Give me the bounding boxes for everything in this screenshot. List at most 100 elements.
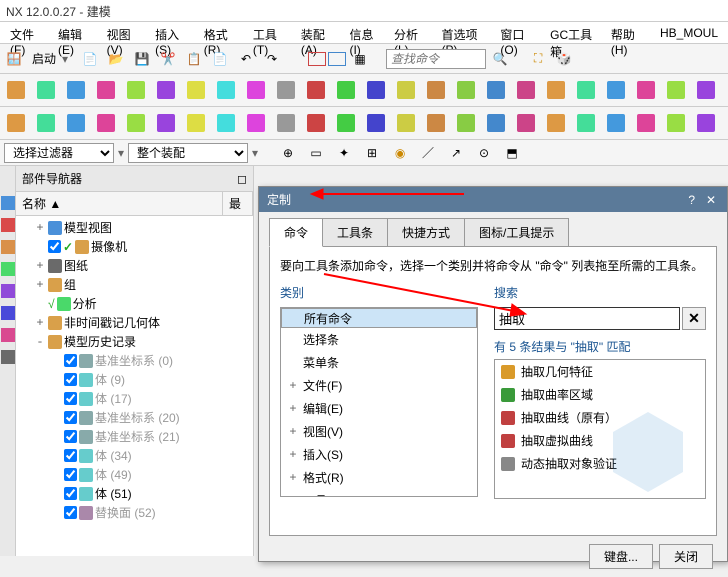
expand-icon[interactable]: ⛶ <box>526 47 550 71</box>
category-item[interactable]: +视图(V) <box>281 420 477 443</box>
command-search[interactable] <box>386 49 486 69</box>
menu-item[interactable]: 视图(V) <box>101 24 148 41</box>
rail-icon[interactable] <box>1 240 15 254</box>
ribbon-button[interactable] <box>92 76 120 104</box>
ribbon-button[interactable] <box>122 76 150 104</box>
category-item[interactable]: +编辑(E) <box>281 397 477 420</box>
ribbon-button[interactable] <box>152 109 180 137</box>
tree-node[interactable]: 基准坐标系 (20) <box>18 408 251 427</box>
tree-node[interactable]: 基准坐标系 (0) <box>18 351 251 370</box>
ribbon-button[interactable] <box>392 109 420 137</box>
ribbon-button[interactable] <box>362 76 390 104</box>
menu-item[interactable]: 编辑(E) <box>52 24 99 41</box>
menu-item[interactable]: 帮助(H) <box>605 24 652 41</box>
tree-node[interactable]: √分析 <box>18 294 251 313</box>
tree-node[interactable]: +非时间戳记几何体 <box>18 313 251 332</box>
tree-node[interactable]: 替换面 (52) <box>18 503 251 522</box>
category-item[interactable]: +文件(F) <box>281 374 477 397</box>
f4-icon[interactable]: ⊞ <box>360 141 384 165</box>
col-name[interactable]: 名称 ▲ <box>16 192 223 215</box>
search-icon[interactable]: 🔍 <box>488 47 512 71</box>
ribbon-button[interactable] <box>452 109 480 137</box>
menu-item[interactable]: 窗口(O) <box>494 24 542 41</box>
tab-2[interactable]: 快捷方式 <box>387 218 465 247</box>
tree-node[interactable]: +图纸 <box>18 256 251 275</box>
menu-item[interactable]: 工具(T) <box>247 24 293 41</box>
start-label[interactable]: 启动 <box>28 50 60 67</box>
menu-item[interactable]: 插入(S) <box>149 24 196 41</box>
ribbon-button[interactable] <box>332 109 360 137</box>
menu-item[interactable]: 装配(A) <box>295 24 342 41</box>
rect1-icon[interactable] <box>308 52 326 66</box>
ribbon-button[interactable] <box>92 109 120 137</box>
menu-item[interactable]: 首选项(P) <box>435 24 492 41</box>
category-item[interactable]: +格式(R) <box>281 466 477 489</box>
ribbon-button[interactable] <box>122 109 150 137</box>
ribbon-button[interactable] <box>332 76 360 104</box>
ribbon-button[interactable] <box>32 76 60 104</box>
result-item[interactable]: 抽取虚拟曲线 <box>495 429 705 452</box>
tab-3[interactable]: 图标/工具提示 <box>464 218 569 247</box>
ribbon-button[interactable] <box>542 76 570 104</box>
ribbon-button[interactable] <box>272 109 300 137</box>
tree-node[interactable]: ✓摄像机 <box>18 237 251 256</box>
ribbon-button[interactable] <box>62 76 90 104</box>
ribbon-button[interactable] <box>302 109 330 137</box>
keyboard-button[interactable]: 键盘... <box>589 544 653 569</box>
paste-icon[interactable]: 📄 <box>208 47 232 71</box>
f3-icon[interactable]: ✦ <box>332 141 356 165</box>
ribbon-button[interactable] <box>452 76 480 104</box>
ribbon-button[interactable] <box>212 109 240 137</box>
start-button[interactable]: 🪟 <box>2 47 26 71</box>
save-icon[interactable]: 💾 <box>130 47 154 71</box>
tree-node[interactable]: -模型历史记录 <box>18 332 251 351</box>
menu-item[interactable]: GC工具箱 <box>544 24 603 41</box>
tree-node[interactable]: 体 (49) <box>18 465 251 484</box>
node-checkbox[interactable] <box>64 468 77 481</box>
ribbon-button[interactable] <box>662 76 690 104</box>
category-item[interactable]: 所有命令 <box>281 308 477 328</box>
rail-icon[interactable] <box>1 196 15 210</box>
cut-icon[interactable]: ✂️ <box>156 47 180 71</box>
dialog-header[interactable]: 定制 ? ✕ <box>259 187 727 212</box>
ribbon-button[interactable] <box>482 109 510 137</box>
clear-search-button[interactable]: ✕ <box>682 307 706 330</box>
f6-icon[interactable]: ／ <box>416 141 440 165</box>
ribbon-button[interactable] <box>362 109 390 137</box>
ribbon-button[interactable] <box>632 109 660 137</box>
rail-icon[interactable] <box>1 284 15 298</box>
close-button[interactable]: 关闭 <box>659 544 713 569</box>
ribbon-button[interactable] <box>422 76 450 104</box>
rail-icon[interactable] <box>1 350 15 364</box>
f9-icon[interactable]: ⬒ <box>500 141 524 165</box>
rail-icon[interactable] <box>1 328 15 342</box>
node-checkbox[interactable] <box>64 392 77 405</box>
category-list[interactable]: 所有命令选择条菜单条+文件(F)+编辑(E)+视图(V)+插入(S)+格式(R)… <box>280 307 478 497</box>
ribbon-button[interactable] <box>512 76 540 104</box>
node-checkbox[interactable] <box>64 487 77 500</box>
ribbon-button[interactable] <box>182 109 210 137</box>
undo-icon[interactable]: ↶ <box>234 47 258 71</box>
ribbon-button[interactable] <box>602 76 630 104</box>
ribbon-button[interactable] <box>182 76 210 104</box>
ribbon-button[interactable] <box>2 109 30 137</box>
category-item[interactable]: +工具(T) <box>281 489 477 497</box>
node-checkbox[interactable] <box>64 354 77 367</box>
open-icon[interactable]: 📂 <box>104 47 128 71</box>
tree-node[interactable]: 体 (34) <box>18 446 251 465</box>
ribbon-button[interactable] <box>692 109 720 137</box>
node-checkbox[interactable] <box>64 449 77 462</box>
ribbon-button[interactable] <box>482 76 510 104</box>
ribbon-button[interactable] <box>542 109 570 137</box>
cube-icon[interactable]: 🎲 <box>552 47 576 71</box>
copy-icon[interactable]: 📋 <box>182 47 206 71</box>
redo-icon[interactable]: ↷ <box>260 47 284 71</box>
f7-icon[interactable]: ↗ <box>444 141 468 165</box>
node-checkbox[interactable] <box>64 373 77 386</box>
f1-icon[interactable]: ⊕ <box>276 141 300 165</box>
tree-node[interactable]: 基准坐标系 (21) <box>18 427 251 446</box>
rail-icon[interactable] <box>1 306 15 320</box>
assembly-select[interactable]: 整个装配 <box>128 143 248 163</box>
menu-item[interactable]: HB_MOUL <box>654 24 724 41</box>
category-item[interactable]: +插入(S) <box>281 443 477 466</box>
